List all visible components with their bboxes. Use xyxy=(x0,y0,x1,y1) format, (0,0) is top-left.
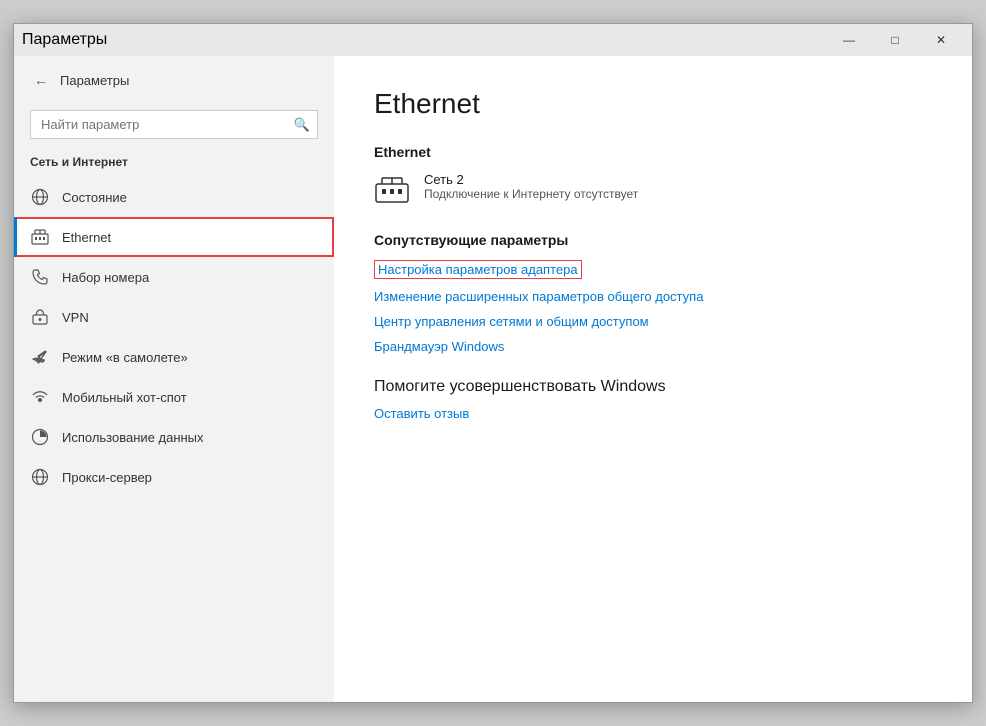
data-icon xyxy=(30,427,50,447)
search-box: 🔍 xyxy=(30,110,318,139)
sidebar-item-airplane[interactable]: Режим «в самолете» xyxy=(14,337,334,377)
page-title: Ethernet xyxy=(374,88,932,120)
sidebar-item-data-usage[interactable]: Использование данных xyxy=(14,417,334,457)
network-status: Подключение к Интернету отсутствует xyxy=(424,187,638,201)
sidebar-item-ethernet-label: Ethernet xyxy=(62,230,111,245)
sidebar-item-proxy-label: Прокси-сервер xyxy=(62,470,152,485)
sidebar-item-hotspot[interactable]: Мобильный хот-спот xyxy=(14,377,334,417)
proxy-icon xyxy=(30,467,50,487)
network-info: Сеть 2 Подключение к Интернету отсутству… xyxy=(424,172,638,201)
minimize-button[interactable]: — xyxy=(826,24,872,56)
search-icon: 🔍 xyxy=(294,117,310,133)
airplane-icon xyxy=(30,347,50,367)
sidebar-item-hotspot-label: Мобильный хот-спот xyxy=(62,390,187,405)
network-center-link[interactable]: Центр управления сетями и общим доступом xyxy=(374,314,932,329)
feedback-link[interactable]: Оставить отзыв xyxy=(374,406,932,421)
improve-title: Помогите усовершенствовать Windows xyxy=(374,378,932,396)
sidebar-item-status[interactable]: Состояние xyxy=(14,177,334,217)
ethernet-section-label: Ethernet xyxy=(374,144,932,160)
sidebar-section-title: Сеть и Интернет xyxy=(14,151,334,177)
sidebar-item-proxy[interactable]: Прокси-сервер xyxy=(14,457,334,497)
window-title: Параметры xyxy=(22,31,107,49)
title-bar-left: Параметры xyxy=(22,31,107,49)
sidebar-item-ethernet[interactable]: Ethernet xyxy=(14,217,334,257)
sidebar-nav-top: ← Параметры xyxy=(14,56,334,104)
sidebar-item-dialup[interactable]: Набор номера xyxy=(14,257,334,297)
sidebar-item-dialup-label: Набор номера xyxy=(62,270,149,285)
maximize-button[interactable]: □ xyxy=(872,24,918,56)
close-button[interactable]: ✕ xyxy=(918,24,964,56)
hotspot-icon xyxy=(30,387,50,407)
firewall-link[interactable]: Брандмауэр Windows xyxy=(374,339,932,354)
network-name: Сеть 2 xyxy=(424,172,638,187)
back-button[interactable]: ← xyxy=(30,68,52,92)
network-item: Сеть 2 Подключение к Интернету отсутству… xyxy=(374,172,932,208)
sidebar-app-title: Параметры xyxy=(60,73,129,88)
sidebar-item-airplane-label: Режим «в самолете» xyxy=(62,350,188,365)
globe-icon xyxy=(30,187,50,207)
search-input[interactable] xyxy=(30,110,318,139)
sidebar-item-data-usage-label: Использование данных xyxy=(62,430,204,445)
ethernet-icon xyxy=(30,227,50,247)
settings-window: Параметры — □ ✕ ← Параметры 🔍 Сеть и Инт… xyxy=(13,23,973,703)
vpn-icon xyxy=(30,307,50,327)
related-params-title: Сопутствующие параметры xyxy=(374,232,932,248)
sidebar-item-vpn[interactable]: VPN xyxy=(14,297,334,337)
phone-icon xyxy=(30,267,50,287)
content-area: ← Параметры 🔍 Сеть и Интернет Состояние xyxy=(14,56,972,702)
adapter-settings-link[interactable]: Настройка параметров адаптера xyxy=(374,260,582,279)
main-content: Ethernet Ethernet Сеть xyxy=(334,56,972,702)
sidebar: ← Параметры 🔍 Сеть и Интернет Состояние xyxy=(14,56,334,702)
title-bar: Параметры — □ ✕ xyxy=(14,24,972,56)
sidebar-item-vpn-label: VPN xyxy=(62,310,89,325)
network-icon xyxy=(374,172,410,208)
sharing-settings-link[interactable]: Изменение расширенных параметров общего … xyxy=(374,289,932,304)
title-bar-controls: — □ ✕ xyxy=(826,24,964,56)
sidebar-item-status-label: Состояние xyxy=(62,190,127,205)
